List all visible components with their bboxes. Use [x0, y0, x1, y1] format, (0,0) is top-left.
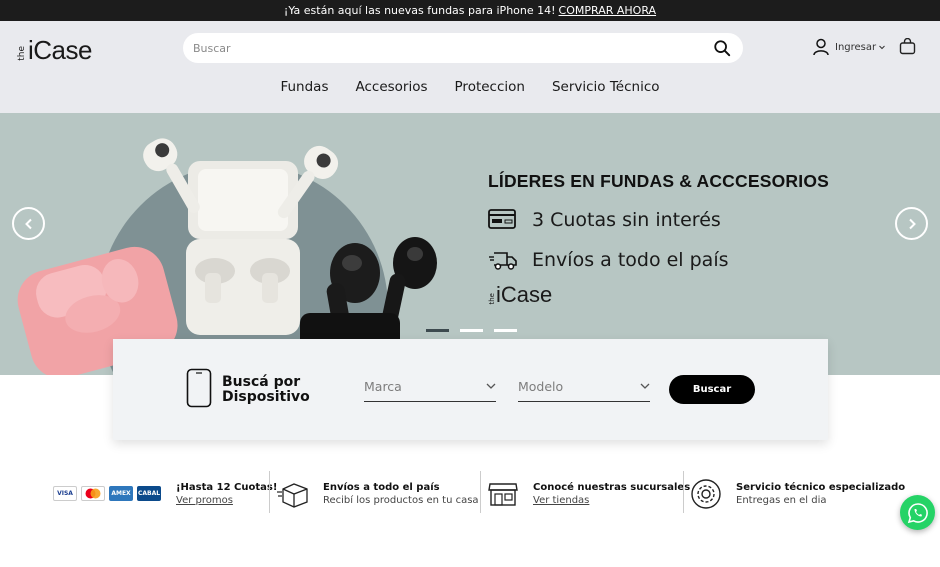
search-input[interactable] [193, 41, 713, 55]
feature-service: Servicio técnico especializado Entregas … [690, 471, 905, 516]
whatsapp-icon [907, 502, 928, 523]
feature-shipping-title: Envíos a todo el país [323, 481, 440, 493]
device-finder: Buscá por Dispositivo Marca Modelo Busca… [113, 339, 828, 440]
chevron-down-icon [879, 45, 885, 50]
modelo-select-value: Modelo [518, 378, 564, 394]
carousel-prev-button[interactable] [12, 207, 45, 240]
divider [480, 471, 481, 513]
divider [269, 471, 270, 513]
finder-search-button[interactable]: Buscar [669, 375, 755, 404]
logo[interactable]: the iCase [17, 33, 92, 65]
marca-select-value: Marca [364, 378, 402, 394]
cabal-logo: CABAL [137, 486, 161, 501]
hero-title: LÍDERES EN FUNDAS & ACCCESORIOS [488, 171, 829, 191]
chevron-left-icon [24, 218, 32, 229]
feature-service-title: Servicio técnico especializado [736, 481, 906, 493]
finder-label-line1: Buscá por [222, 374, 301, 390]
carousel-dots [426, 329, 517, 332]
search-icon[interactable] [713, 39, 731, 57]
whatsapp-button[interactable] [900, 495, 935, 530]
user-label: Ingresar [835, 41, 877, 53]
promo-bar: ¡Ya están aquí las nuevas fundas para iP… [0, 0, 940, 21]
gear-icon [691, 478, 721, 509]
hero-banner: LÍDERES EN FUNDAS & ACCCESORIOS 3 Cuotas… [0, 113, 940, 375]
main-nav: Fundas Accesorios Proteccion Servicio Té… [0, 79, 940, 95]
amex-logo: AMEX [109, 486, 133, 501]
header: the iCase Ingresar Fundas Accesorios Pro… [0, 21, 940, 113]
hero-shipping: Envíos a todo el país [488, 248, 829, 272]
feature-stores: Conocé nuestras sucursales Ver tiendas [487, 471, 690, 516]
chevron-down-icon [486, 383, 496, 389]
cart-icon[interactable] [899, 38, 916, 55]
earbuds-image [17, 138, 437, 375]
promo-text: ¡Ya están aquí las nuevas fundas para iP… [283, 4, 556, 17]
hero-shipping-text: Envíos a todo el país [532, 249, 729, 271]
hero-logo-the: the [488, 292, 496, 305]
truck-icon [489, 252, 517, 270]
logo-the: the [17, 46, 27, 61]
nav-fundas[interactable]: Fundas [280, 79, 328, 95]
feature-shipping: Envíos a todo el país Recibí los product… [277, 471, 479, 516]
features-strip: VISA AMEX CABAL ¡Hasta 12 Cuotas! Ver pr… [0, 471, 940, 516]
nav-proteccion[interactable]: Proteccion [455, 79, 525, 95]
finder-label: Buscá por Dispositivo [222, 375, 310, 405]
nav-accesorios[interactable]: Accesorios [355, 79, 427, 95]
credit-card-icon [488, 209, 516, 229]
hero-text: LÍDERES EN FUNDAS & ACCCESORIOS 3 Cuotas… [488, 171, 829, 306]
feature-installments-title: ¡Hasta 12 Cuotas! [176, 481, 278, 493]
box-icon [277, 482, 308, 508]
logo-brand: iCase [28, 35, 92, 65]
chevron-down-icon [640, 383, 650, 389]
nav-servicio-tecnico[interactable]: Servicio Técnico [552, 79, 660, 95]
feature-service-sub: Entregas en el dia [736, 494, 827, 506]
hero-logo: the iCase [488, 284, 829, 306]
carousel-dot-3[interactable] [494, 329, 517, 332]
visa-logo: VISA [53, 486, 77, 501]
carousel-dot-1[interactable] [426, 329, 449, 332]
hero-installments: 3 Cuotas sin interés [488, 208, 829, 232]
carousel-dot-2[interactable] [460, 329, 483, 332]
marca-select[interactable]: Marca [364, 371, 496, 402]
feature-installments: VISA AMEX CABAL ¡Hasta 12 Cuotas! Ver pr… [53, 471, 277, 516]
feature-stores-title: Conocé nuestras sucursales [533, 481, 691, 493]
hero-installments-text: 3 Cuotas sin interés [532, 209, 721, 231]
finder-label-line2: Dispositivo [222, 389, 310, 405]
divider [683, 471, 684, 513]
feature-shipping-sub: Recibí los productos en tu casa [323, 494, 479, 506]
promo-link[interactable]: COMPRAR AHORA [559, 4, 657, 17]
search-bar [183, 33, 743, 63]
user-login[interactable]: Ingresar [812, 38, 891, 56]
user-icon [813, 38, 829, 56]
store-icon [488, 482, 518, 506]
phone-icon [186, 368, 212, 408]
feature-stores-link[interactable]: Ver tiendas [533, 495, 690, 506]
mastercard-logo [81, 486, 105, 501]
chevron-right-icon [908, 218, 916, 229]
payment-cards: VISA AMEX CABAL [53, 486, 161, 501]
modelo-select[interactable]: Modelo [518, 371, 650, 402]
hero-logo-brand: iCase [496, 282, 553, 307]
feature-installments-link[interactable]: Ver promos [176, 495, 277, 506]
carousel-next-button[interactable] [895, 207, 928, 240]
